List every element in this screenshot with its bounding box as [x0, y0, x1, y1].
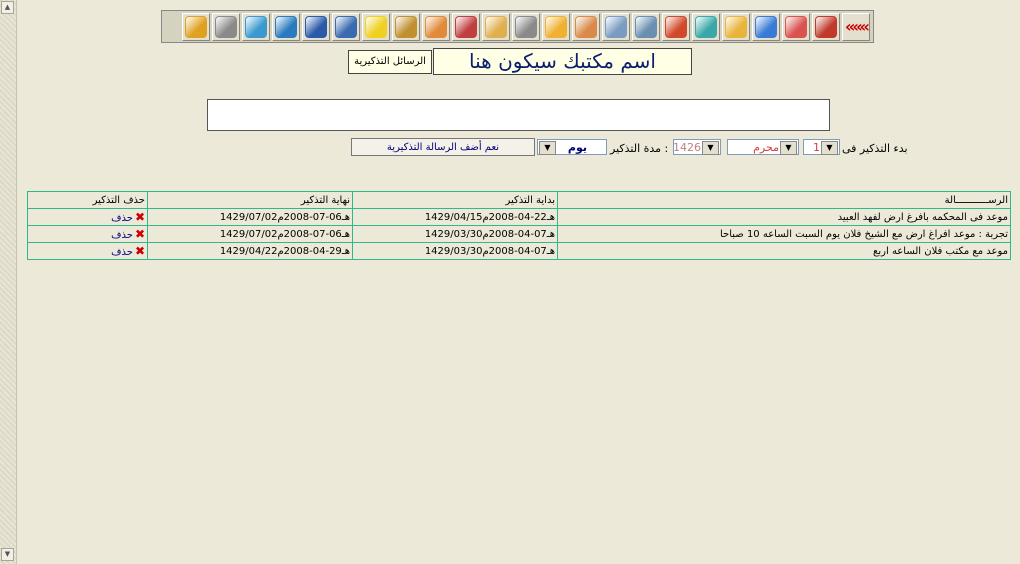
sticky-note-icon: [365, 15, 387, 38]
printer-icon: [215, 15, 237, 38]
month-select[interactable]: محرم ▼: [727, 139, 799, 155]
package-button[interactable]: [242, 12, 270, 41]
home-button[interactable]: [812, 12, 840, 41]
cubes-button[interactable]: [662, 12, 690, 41]
package-icon: [245, 15, 267, 38]
globe-icon: [275, 15, 297, 38]
floppy-icon: [305, 15, 327, 38]
office-name-banner: اسم مكتبك سيكون هنا: [433, 48, 692, 75]
duration-unit-select[interactable]: يوم ▼: [537, 139, 607, 155]
refresh-doc-icon: [395, 15, 417, 38]
chevron-down-icon[interactable]: ▼: [539, 141, 556, 155]
users-button[interactable]: [422, 12, 450, 41]
delete-x-icon[interactable]: ✖: [135, 227, 145, 241]
floppy-button[interactable]: [302, 12, 330, 41]
start-cell: 1429/03/30هـ07-04-2008م: [352, 225, 558, 243]
tools-icon: [515, 15, 537, 38]
back-arrows-icon[interactable]: «««: [842, 12, 870, 41]
delete-link[interactable]: حذف ✖: [27, 242, 148, 260]
drive-icon: [605, 15, 627, 38]
table-row: حذف ✖ 1429/07/02هـ06-07-2008م 1429/04/15ه…: [27, 208, 1011, 226]
end-cell: 1429/07/02هـ06-07-2008م: [147, 225, 353, 243]
reminder-message-input[interactable]: [207, 99, 830, 131]
lock-button[interactable]: [182, 12, 210, 41]
col-delete-header: حذف التذكير: [27, 191, 148, 209]
save-arrow-button[interactable]: [332, 12, 360, 41]
folder-yellow-button[interactable]: [722, 12, 750, 41]
day-select[interactable]: 1 ▼: [803, 139, 840, 155]
refresh-doc-button[interactable]: [392, 12, 420, 41]
message-cell: تجربة : موعد افراغ ارض مع الشيخ فلان يوم…: [557, 225, 1011, 243]
cubes-icon: [665, 15, 687, 38]
duration-label: مدة التذكير :: [610, 142, 669, 155]
drive-button[interactable]: [602, 12, 630, 41]
start-cell: 1429/04/15هـ22-04-2008م: [352, 208, 558, 226]
tools-button[interactable]: [512, 12, 540, 41]
start-cell: 1429/03/30هـ07-04-2008م: [352, 242, 558, 260]
year-select[interactable]: 1426 ▼: [673, 139, 721, 155]
scroll-down-arrow-icon[interactable]: ▼: [1, 548, 14, 561]
weather-icon: [545, 15, 567, 38]
message-cell: موعد فى المحكمه بافرغ ارض لفهد العبيد: [557, 208, 1011, 226]
weather-button[interactable]: [542, 12, 570, 41]
start-label: بدء التذكير فى: [842, 142, 908, 155]
delete-link[interactable]: حذف ✖: [27, 208, 148, 226]
clipboard-button[interactable]: [482, 12, 510, 41]
folder-blue-icon: [755, 15, 777, 38]
folder-blue-button[interactable]: [752, 12, 780, 41]
folder-yellow-icon: [725, 15, 747, 38]
document-pen-button[interactable]: [572, 12, 600, 41]
document-pen-icon: [575, 15, 597, 38]
chevron-down-icon[interactable]: ▼: [702, 141, 719, 155]
scroll-up-arrow-icon[interactable]: ▲: [1, 1, 14, 14]
reminders-table: حذف التذكير نهاية التذكير بداية التذكير …: [27, 191, 1011, 260]
edit-note-button[interactable]: [452, 12, 480, 41]
chevron-down-icon[interactable]: ▼: [780, 141, 797, 155]
col-start-header: بداية التذكير: [352, 191, 558, 209]
col-end-header: نهاية التذكير: [147, 191, 353, 209]
delete-x-icon[interactable]: ✖: [135, 244, 145, 258]
printer-button[interactable]: [212, 12, 240, 41]
edit-note-icon: [455, 15, 477, 38]
end-cell: 1429/04/22هـ29-04-2008م: [147, 242, 353, 260]
home-icon: [815, 15, 837, 38]
lock-icon: [185, 15, 207, 38]
main-toolbar: «««: [161, 10, 874, 43]
save-arrow-icon: [335, 15, 357, 38]
folder-teal-icon: [695, 15, 717, 38]
drive-arrow-button[interactable]: [632, 12, 660, 41]
table-header-row: حذف التذكير نهاية التذكير بداية التذكير …: [27, 191, 1011, 209]
end-cell: 1429/07/02هـ06-07-2008م: [147, 208, 353, 226]
delete-x-icon[interactable]: ✖: [135, 210, 145, 224]
col-message-header: الرســـــــــــالة: [557, 191, 1011, 209]
folder-red-icon: [785, 15, 807, 38]
table-row: حذف ✖ 1429/04/22هـ29-04-2008م 1429/03/30ه…: [27, 242, 1011, 260]
add-reminder-button[interactable]: نعم أضف الرسالة التذكيرية: [351, 138, 535, 156]
users-icon: [425, 15, 447, 38]
delete-link[interactable]: حذف ✖: [27, 225, 148, 243]
vertical-scrollbar[interactable]: ▲ ▼: [0, 0, 17, 564]
chevron-down-icon[interactable]: ▼: [821, 141, 838, 155]
reminders-button[interactable]: الرسائل التذكيرية: [348, 50, 432, 74]
globe-button[interactable]: [272, 12, 300, 41]
message-cell: موعد مع مكتب فلان الساعه اربع: [557, 242, 1011, 260]
table-row: حذف ✖ 1429/07/02هـ06-07-2008م 1429/03/30ه…: [27, 225, 1011, 243]
folder-red-button[interactable]: [782, 12, 810, 41]
clipboard-icon: [485, 15, 507, 38]
sticky-note-button[interactable]: [362, 12, 390, 41]
folder-teal-button[interactable]: [692, 12, 720, 41]
drive-arrow-icon: [635, 15, 657, 38]
